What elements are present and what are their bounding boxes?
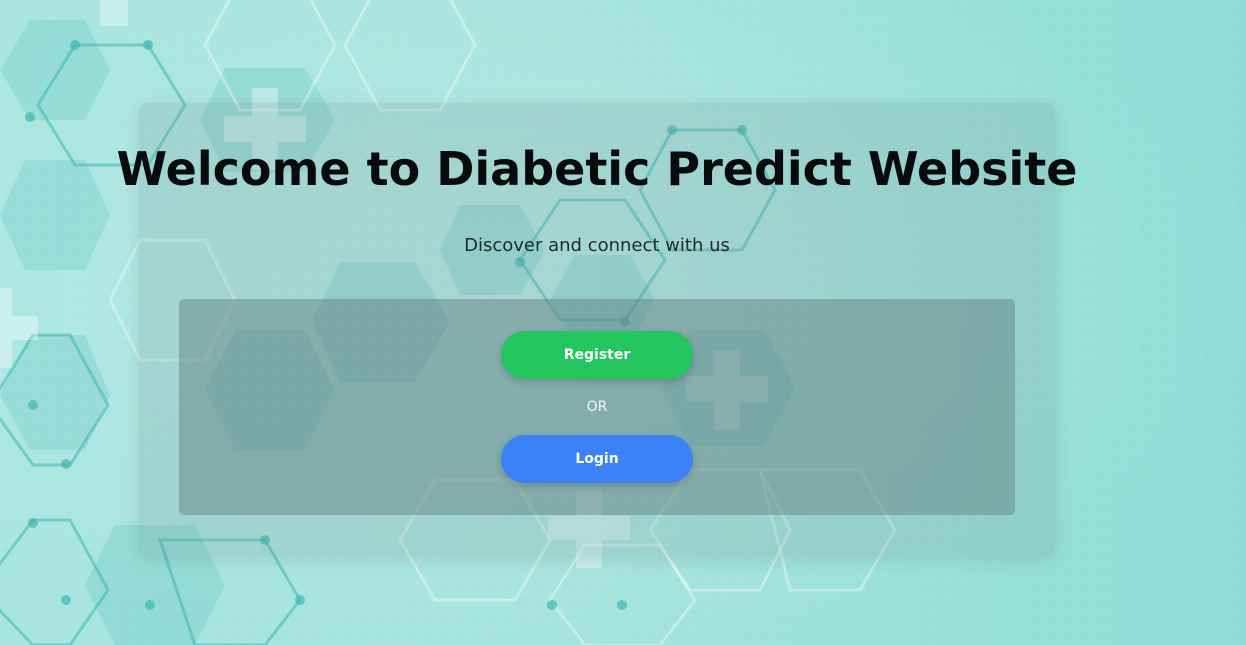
register-button[interactable]: Register	[501, 331, 693, 379]
page-title: Welcome to Diabetic Predict Website	[116, 142, 1078, 196]
or-separator: OR	[586, 399, 608, 415]
page-subtitle: Discover and connect with us	[464, 235, 730, 256]
login-button[interactable]: Login	[501, 435, 693, 483]
